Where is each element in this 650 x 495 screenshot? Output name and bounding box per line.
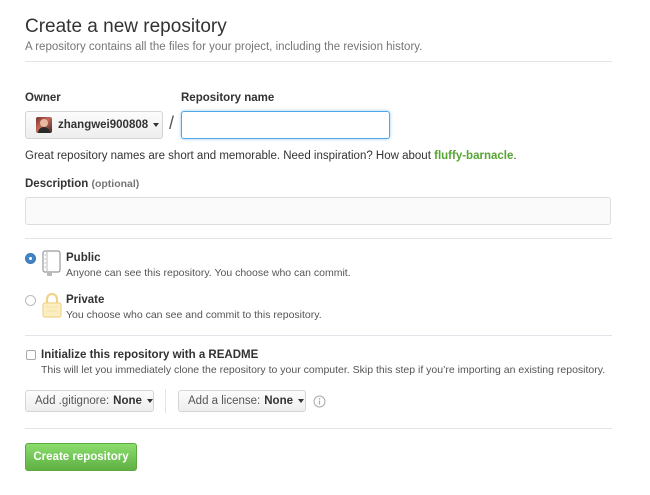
license-select[interactable]: Add a license: None [178, 390, 306, 412]
readme-label: Initialize this repository with a README [41, 349, 259, 361]
page-subtitle: A repository contains all the files for … [25, 41, 423, 53]
readme-description: This will let you immediately clone the … [41, 364, 606, 376]
private-description: You choose who can see and commit to thi… [66, 309, 322, 321]
chevron-down-icon [298, 399, 304, 403]
owner-label: Owner [25, 92, 61, 104]
divider [25, 428, 612, 429]
readme-checkbox[interactable] [26, 350, 36, 360]
book-icon [42, 250, 61, 276]
gitignore-select[interactable]: Add .gitignore: None [25, 390, 154, 412]
description-input[interactable] [25, 197, 611, 225]
chevron-down-icon [146, 399, 153, 403]
name-suggestion: Great repository names are short and mem… [25, 150, 517, 162]
suggested-name-link[interactable]: fluffy-barnacle [434, 150, 513, 162]
lock-icon [42, 292, 62, 318]
private-radio[interactable] [25, 295, 36, 306]
owner-repo-separator: / [169, 113, 175, 133]
chevron-down-icon [153, 123, 160, 127]
public-label: Public [66, 252, 101, 264]
repository-name-input[interactable] [181, 111, 390, 139]
owner-name: zhangwei900808 [58, 119, 149, 131]
divider [25, 238, 612, 239]
gitignore-value: None [113, 395, 142, 407]
license-value: None [264, 395, 293, 407]
repo-name-label: Repository name [181, 92, 275, 104]
page-title: Create a new repository [25, 16, 227, 37]
create-repository-button[interactable]: Create repository [25, 443, 137, 471]
avatar [36, 117, 52, 133]
public-radio[interactable] [25, 253, 36, 264]
info-icon[interactable] [313, 395, 326, 408]
public-description: Anyone can see this repository. You choo… [66, 267, 351, 279]
owner-select[interactable]: zhangwei900808 [25, 111, 163, 139]
private-label: Private [66, 294, 105, 306]
optional-hint: (optional) [91, 178, 140, 190]
select-separator [165, 389, 166, 413]
description-label: Description (optional) [25, 178, 140, 190]
divider [25, 61, 612, 62]
divider [25, 335, 612, 336]
